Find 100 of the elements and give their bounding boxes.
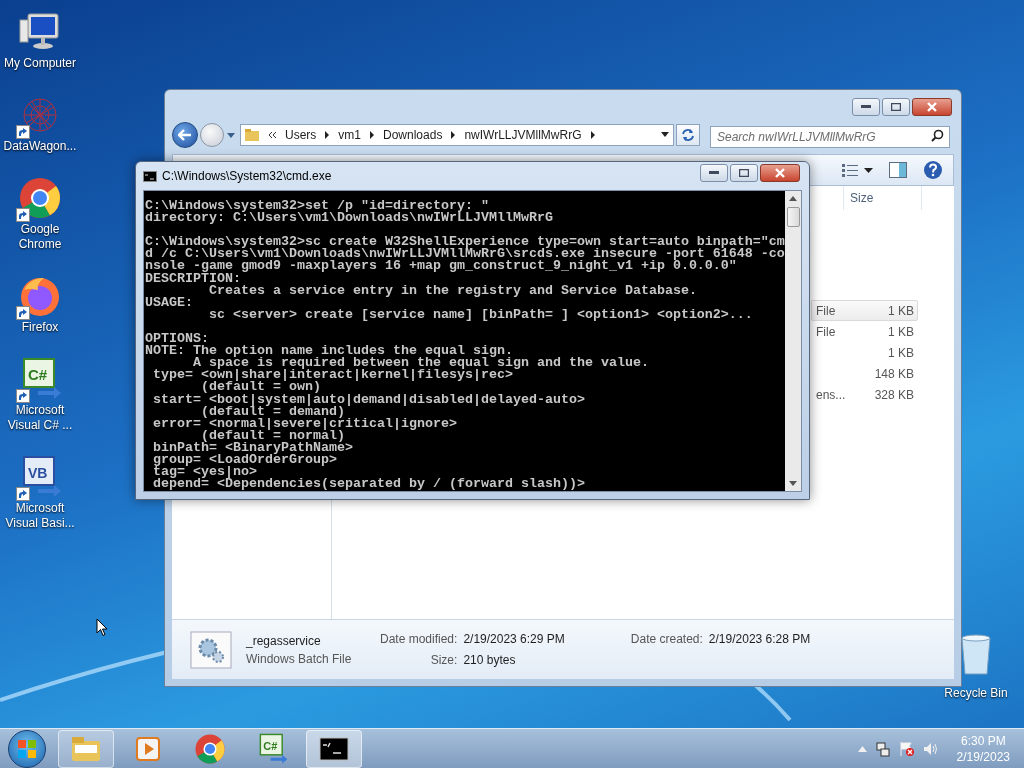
detail-value: 210 bytes bbox=[463, 652, 517, 669]
desktop-shortcut[interactable]: My Computer bbox=[0, 8, 80, 71]
console-line: (default = demand) bbox=[200, 405, 345, 418]
dropdown-caret-icon[interactable] bbox=[864, 167, 873, 173]
logo-text: C# bbox=[28, 366, 48, 383]
chrome-logo-icon bbox=[18, 176, 62, 220]
file-type-text: ens... bbox=[816, 386, 846, 404]
close-button[interactable] bbox=[760, 164, 800, 182]
console-line: Creates a service entry in the registry and Service Database. bbox=[208, 284, 698, 297]
help-icon[interactable] bbox=[923, 160, 943, 180]
console-line: error= <normal|severe|critical|ignore> bbox=[152, 417, 458, 430]
console-line: tag= <yes|no> bbox=[152, 466, 257, 479]
desktop-shortcut[interactable]: VB Microsoft Visual Basi... bbox=[0, 453, 80, 531]
preview-pane-icon[interactable] bbox=[889, 162, 907, 178]
shortcut-label: Visual Basi... bbox=[5, 516, 75, 531]
shortcut-label: DataWagon... bbox=[3, 139, 77, 154]
console-line: nsole -game gmod9 -maxplayers 16 +map gm_construct_9_night_v1 +ip 0.0.0.0" bbox=[145, 260, 738, 273]
view-list-icon[interactable] bbox=[842, 163, 858, 177]
shortcut-arrow-icon bbox=[16, 208, 30, 222]
console-line: C:\Windows\system32>set /p "id=directory: " bbox=[145, 200, 489, 213]
file-row[interactable]: ens... 328 KB bbox=[811, 384, 918, 405]
scroll-thumb[interactable] bbox=[786, 207, 800, 227]
close-icon bbox=[774, 168, 786, 178]
maximize-button[interactable] bbox=[882, 98, 910, 116]
desktop-shortcut[interactable]: Google Chrome bbox=[0, 174, 80, 252]
file-row[interactable]: 148 KB bbox=[811, 363, 918, 384]
file-type-text: File bbox=[816, 302, 836, 320]
scroll-up-icon[interactable] bbox=[789, 196, 797, 201]
console-line: OPTIONS: bbox=[145, 333, 209, 346]
desktop-shortcut[interactable]: C# Microsoft Visual C# ... bbox=[0, 355, 80, 433]
console-app-icon bbox=[143, 170, 157, 182]
taskbar-button[interactable] bbox=[306, 729, 362, 768]
shortcut-label: Firefox bbox=[21, 320, 59, 335]
shortcut-label: Google bbox=[20, 222, 60, 237]
back-button[interactable] bbox=[172, 122, 198, 148]
search-icon[interactable] bbox=[931, 129, 944, 142]
breadcrumb-item[interactable]: nwIWrLLJVMllMwRrG bbox=[464, 126, 582, 144]
taskbar-button[interactable]: C# bbox=[244, 729, 300, 768]
breadcrumb-arrow-icon[interactable] bbox=[450, 131, 457, 139]
detail-value: 2/19/2023 6:28 PM bbox=[708, 631, 811, 648]
shortcut-label: Chrome bbox=[18, 237, 62, 252]
chrome-logo-icon bbox=[194, 732, 226, 765]
mouse-cursor-icon bbox=[96, 618, 108, 637]
console-line: (default = normal) bbox=[201, 429, 345, 442]
breadcrumb-arrow-icon[interactable] bbox=[589, 131, 596, 139]
file-row[interactable]: 1 KB bbox=[811, 342, 918, 363]
shortcut-label: Recycle Bin bbox=[944, 685, 1008, 702]
double-chevron-icon bbox=[268, 131, 277, 139]
console-line: depend= <Dependencies(separated by / (forward slash))> bbox=[152, 478, 586, 491]
detail-label: Date created: bbox=[630, 631, 703, 648]
close-icon bbox=[926, 102, 938, 112]
maximize-button[interactable] bbox=[730, 164, 758, 182]
minimize-button[interactable] bbox=[852, 98, 880, 116]
console-line: A space is required between the equal sign and the value. bbox=[193, 357, 650, 370]
breadcrumb-item[interactable]: Downloads bbox=[383, 126, 443, 144]
folder-icon bbox=[244, 128, 260, 142]
shortcut-label: Microsoft bbox=[15, 403, 65, 418]
window-title: C:\Windows\System32\cmd.exe bbox=[162, 168, 332, 185]
flag-warning-icon[interactable] bbox=[898, 740, 915, 757]
console-line: d /c C:\Users\vm1\Downloads\nwIWrLLJVMllMwRrG\srcds.exe insecure -port 61648 -co bbox=[145, 248, 785, 261]
dropdown-caret-icon[interactable] bbox=[660, 132, 670, 138]
maximize-icon bbox=[891, 103, 901, 111]
breadcrumb-arrow-icon[interactable] bbox=[324, 131, 331, 139]
shortcut-arrow-icon bbox=[16, 487, 30, 501]
media-player-icon[interactable] bbox=[134, 734, 162, 763]
column-header[interactable]: Size bbox=[844, 186, 922, 210]
console-line: start= <boot|system|auto|demand|disabled|delayed-auto> bbox=[152, 393, 586, 406]
desktop-shortcut[interactable]: Firefox bbox=[0, 272, 80, 335]
recycle-bin-icon[interactable] bbox=[959, 632, 993, 676]
console-line: C:\Windows\system32>sc create W32ShellExperience type=own start=auto binpath="cm bbox=[145, 236, 785, 249]
logo-text: C# bbox=[263, 739, 278, 752]
console-line: sc <server> create [service name] [binPath= ] <option1> <option2>... bbox=[208, 308, 754, 321]
search-field[interactable]: Search nwIWrLLJVMllMwRrG bbox=[710, 126, 950, 148]
file-row[interactable]: File 1 KB bbox=[811, 321, 918, 342]
console-line: directory: C:\Users\vm1\Downloads\nwIWrLLJVMllMwRrG bbox=[145, 212, 554, 225]
file-size-text: 1 KB bbox=[888, 344, 914, 362]
detail-value: 2/19/2023 6:29 PM bbox=[463, 631, 565, 648]
console-line: (default = own) bbox=[201, 381, 321, 394]
breadcrumb-arrow-icon[interactable] bbox=[369, 131, 375, 139]
file-size-text: 148 KB bbox=[874, 365, 914, 383]
minimize-button[interactable] bbox=[700, 164, 728, 182]
console-line: USAGE: bbox=[145, 296, 194, 309]
refresh-button[interactable] bbox=[676, 124, 700, 146]
desktop-shortcut[interactable]: DataWagon... bbox=[0, 91, 80, 154]
breadcrumb-item[interactable]: vm1 bbox=[338, 126, 361, 144]
history-caret-icon[interactable] bbox=[226, 131, 236, 139]
breadcrumb-item[interactable]: Users bbox=[285, 126, 317, 144]
address-bar[interactable]: Users vm1 Downloads nwIWrLLJVMllMwRrG bbox=[240, 124, 674, 146]
console-icon[interactable] bbox=[319, 736, 349, 761]
scroll-down-icon[interactable] bbox=[789, 481, 797, 486]
console-line: binPath= <BinaryPathName> bbox=[152, 441, 354, 454]
file-size-text: 1 KB bbox=[888, 323, 914, 341]
file-size-text: 328 KB bbox=[874, 386, 914, 404]
scrollbar[interactable] bbox=[785, 191, 801, 491]
file-type: Windows Batch File bbox=[246, 650, 353, 668]
network-icon[interactable] bbox=[874, 740, 891, 757]
start-button[interactable] bbox=[8, 729, 46, 768]
shortcut-arrow-icon bbox=[16, 125, 30, 139]
close-button[interactable] bbox=[912, 98, 952, 116]
file-row[interactable]: File 1 KB bbox=[811, 300, 918, 321]
